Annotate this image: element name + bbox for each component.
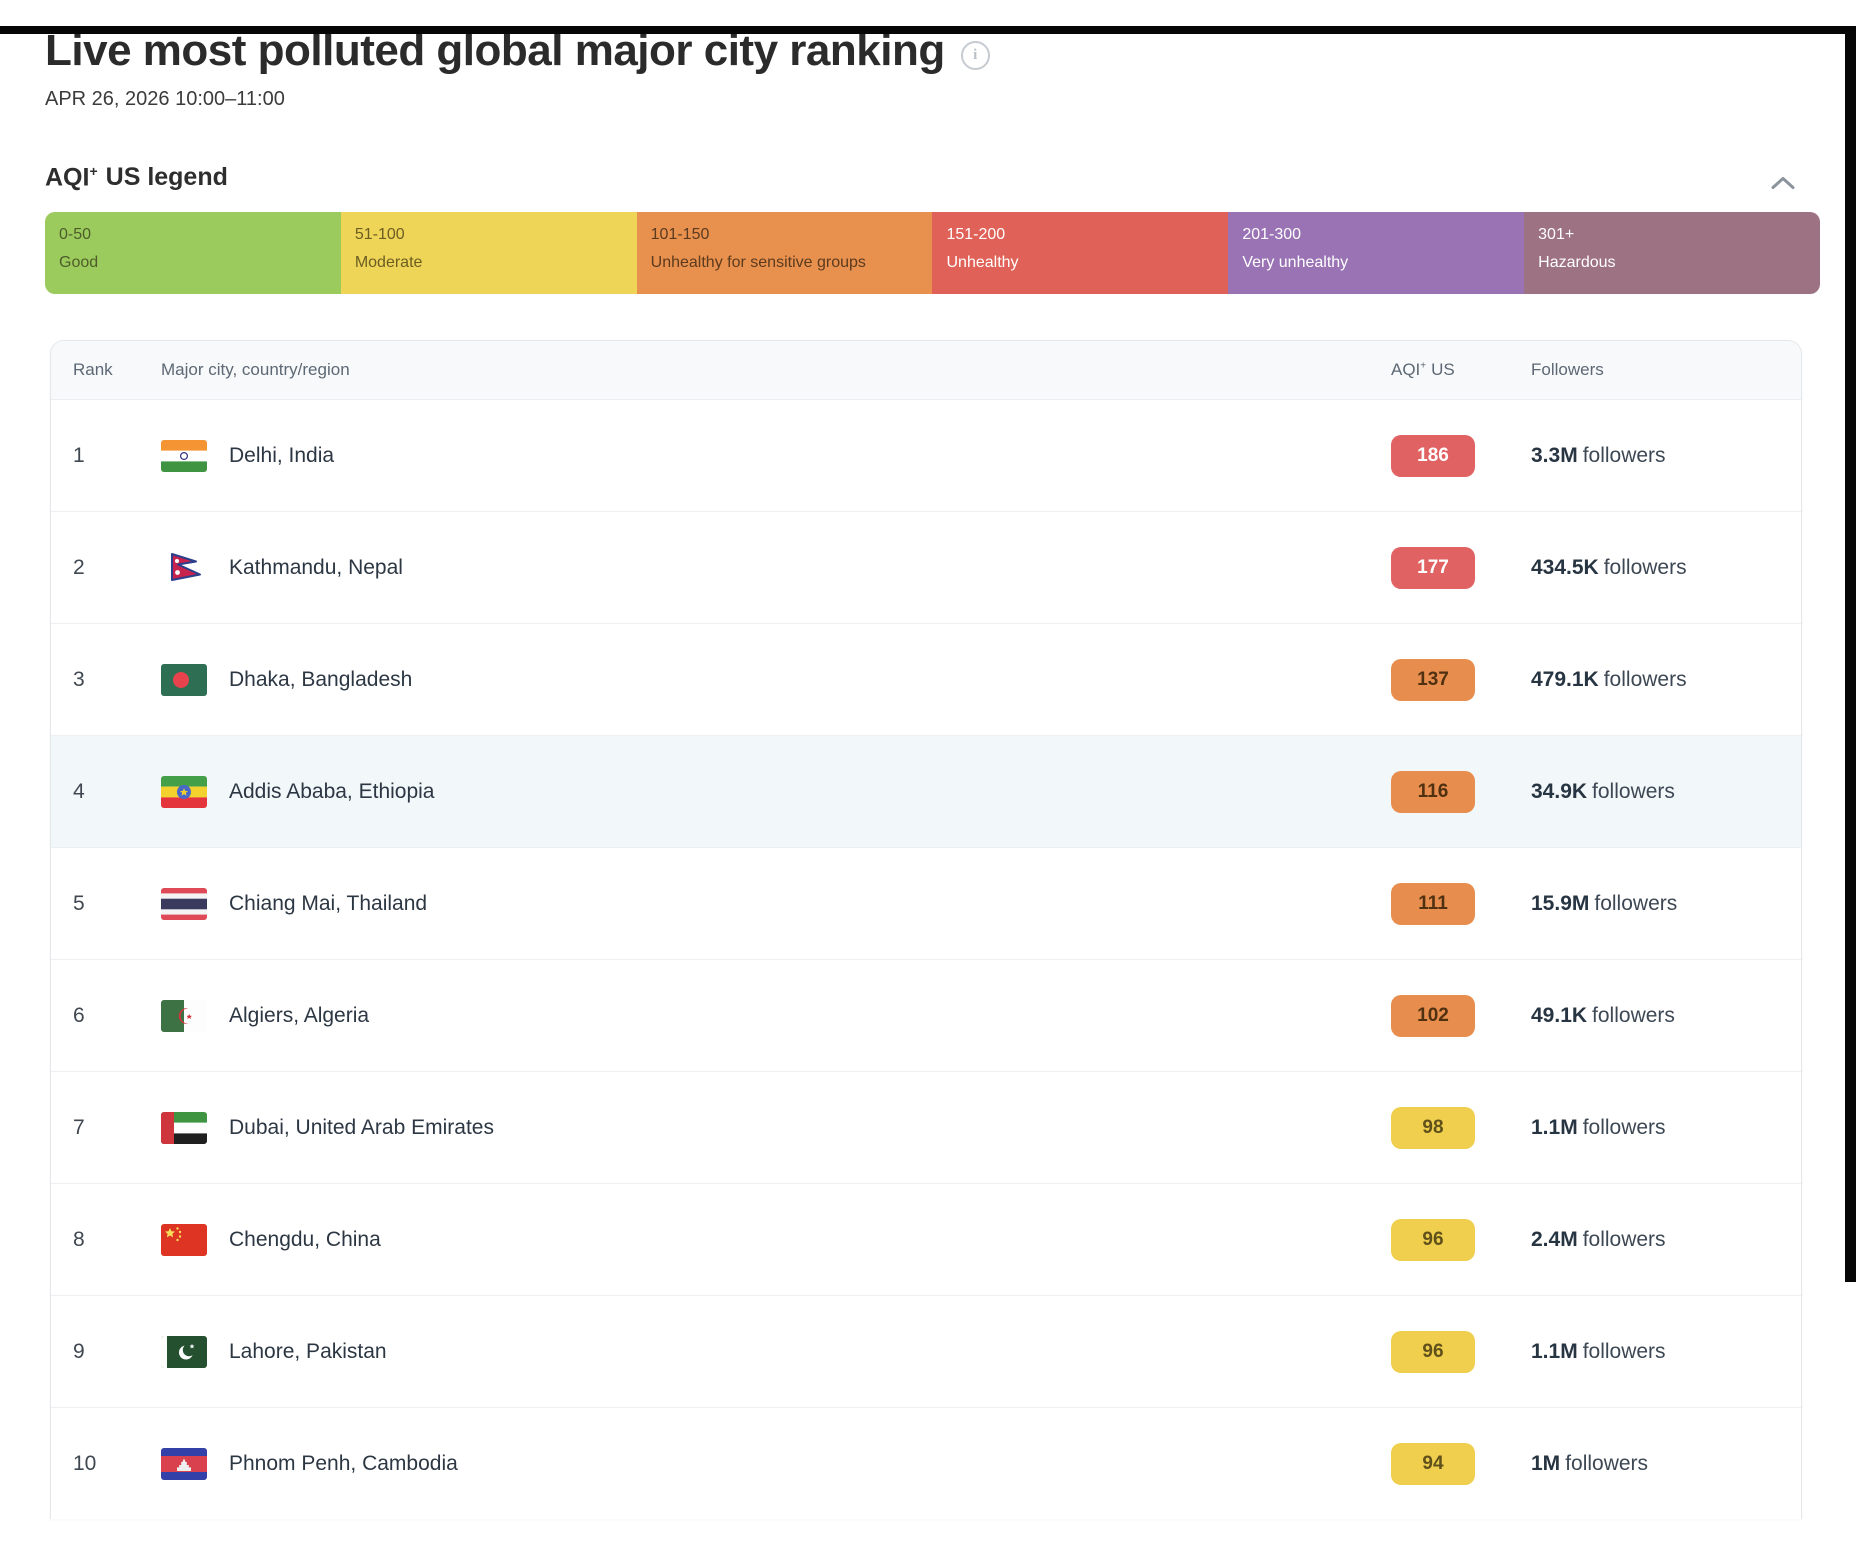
column-header-aqi: AQI+US <box>1391 360 1531 380</box>
column-header-rank: Rank <box>51 360 161 380</box>
rank-value: 10 <box>51 1452 161 1476</box>
city-link[interactable]: Addis Ababa, Ethiopia <box>229 780 435 804</box>
aqi-legend-section: AQI+US legend 0-50Good51-100Moderate101-… <box>45 163 1820 294</box>
table-row[interactable]: 1 Delhi, India 186 3.3Mfollowers <box>51 400 1801 511</box>
table-row[interactable]: 3 Dhaka, Bangladesh 137 479.1Kfollowers <box>51 623 1801 735</box>
aqi-badge: 116 <box>1391 771 1475 813</box>
followers-count: 15.9Mfollowers <box>1531 892 1801 916</box>
aqi-badge: 186 <box>1391 435 1475 477</box>
rank-value: 1 <box>51 444 161 468</box>
aqi-badge: 102 <box>1391 995 1475 1037</box>
legend-band-hazardous: 301+Hazardous <box>1524 212 1820 294</box>
city-link[interactable]: Delhi, India <box>229 444 334 468</box>
algeria-flag-icon <box>161 1000 207 1032</box>
india-flag-icon <box>161 440 207 472</box>
collapse-legend-button[interactable] <box>1768 174 1798 192</box>
table-header-row: Rank Major city, country/region AQI+US F… <box>51 341 1801 400</box>
rank-value: 9 <box>51 1340 161 1364</box>
table-row[interactable]: 7 Dubai, United Arab Emirates 98 1.1Mfol… <box>51 1071 1801 1183</box>
followers-count: 3.3Mfollowers <box>1531 444 1801 468</box>
followers-count: 2.4Mfollowers <box>1531 1228 1801 1252</box>
ethiopia-flag-icon <box>161 776 207 808</box>
rank-value: 7 <box>51 1116 161 1140</box>
uae-flag-icon <box>161 1112 207 1144</box>
thailand-flag-icon <box>161 888 207 920</box>
window-top-edge <box>0 26 1856 34</box>
city-link[interactable]: Phnom Penh, Cambodia <box>229 1452 458 1476</box>
aqi-badge: 96 <box>1391 1331 1475 1373</box>
followers-count: 434.5Kfollowers <box>1531 556 1801 580</box>
legend-band-moderate: 51-100Moderate <box>341 212 637 294</box>
followers-count: 34.9Kfollowers <box>1531 780 1801 804</box>
table-row[interactable]: 4 Addis Ababa, Ethiopia 116 34.9Kfollowe… <box>51 735 1801 847</box>
rank-value: 3 <box>51 668 161 692</box>
followers-count: 1Mfollowers <box>1531 1452 1801 1476</box>
legend-title: AQI+US legend <box>45 163 228 192</box>
rank-value: 2 <box>51 556 161 580</box>
window-right-edge <box>1845 26 1856 1282</box>
aqi-legend-bar: 0-50Good51-100Moderate101-150Unhealthy f… <box>45 212 1820 294</box>
table-row[interactable]: 6 Algiers, Algeria 102 49.1Kfollowers <box>51 959 1801 1071</box>
table-row[interactable]: 10 Phnom Penh, Cambodia 94 1Mfollowers <box>51 1407 1801 1519</box>
aqi-badge: 96 <box>1391 1219 1475 1261</box>
city-link[interactable]: Algiers, Algeria <box>229 1004 369 1028</box>
table-row[interactable]: 5 Chiang Mai, Thailand 111 15.9Mfollower… <box>51 847 1801 959</box>
nepal-flag-icon <box>161 552 207 584</box>
ranking-table: Rank Major city, country/region AQI+US F… <box>50 340 1802 1519</box>
aqi-badge: 177 <box>1391 547 1475 589</box>
legend-band-very-unhealthy: 201-300Very unhealthy <box>1228 212 1524 294</box>
rank-value: 6 <box>51 1004 161 1028</box>
column-header-followers: Followers <box>1531 360 1801 380</box>
followers-count: 1.1Mfollowers <box>1531 1340 1801 1364</box>
city-link[interactable]: Dhaka, Bangladesh <box>229 668 412 692</box>
city-link[interactable]: Chengdu, China <box>229 1228 381 1252</box>
aqi-badge: 111 <box>1391 883 1475 925</box>
column-header-city: Major city, country/region <box>161 360 1391 380</box>
legend-band-unhealthy: 151-200Unhealthy <box>932 212 1228 294</box>
info-icon[interactable]: i <box>961 41 990 70</box>
aqi-badge: 94 <box>1391 1443 1475 1485</box>
cambodia-flag-icon <box>161 1448 207 1480</box>
city-link[interactable]: Dubai, United Arab Emirates <box>229 1116 494 1140</box>
table-row[interactable]: 9 Lahore, Pakistan 96 1.1Mfollowers <box>51 1295 1801 1407</box>
city-link[interactable]: Kathmandu, Nepal <box>229 556 403 580</box>
followers-count: 479.1Kfollowers <box>1531 668 1801 692</box>
legend-band-unhealthy-for-sensitive-groups: 101-150Unhealthy for sensitive groups <box>637 212 933 294</box>
aqi-badge: 98 <box>1391 1107 1475 1149</box>
followers-count: 49.1Kfollowers <box>1531 1004 1801 1028</box>
pakistan-flag-icon <box>161 1336 207 1368</box>
table-row[interactable]: 8 Chengdu, China 96 2.4Mfollowers <box>51 1183 1801 1295</box>
rank-value: 8 <box>51 1228 161 1252</box>
aqi-badge: 137 <box>1391 659 1475 701</box>
rank-value: 5 <box>51 892 161 916</box>
china-flag-icon <box>161 1224 207 1256</box>
city-link[interactable]: Chiang Mai, Thailand <box>229 892 427 916</box>
legend-band-good: 0-50Good <box>45 212 341 294</box>
table-row[interactable]: 2 Kathmandu, Nepal 177 434.5Kfollowers <box>51 511 1801 623</box>
date-range: APR 26, 2026 10:00–11:00 <box>45 88 1856 111</box>
rank-value: 4 <box>51 780 161 804</box>
chevron-up-icon <box>1768 180 1798 195</box>
followers-count: 1.1Mfollowers <box>1531 1116 1801 1140</box>
city-link[interactable]: Lahore, Pakistan <box>229 1340 387 1364</box>
bangladesh-flag-icon <box>161 664 207 696</box>
